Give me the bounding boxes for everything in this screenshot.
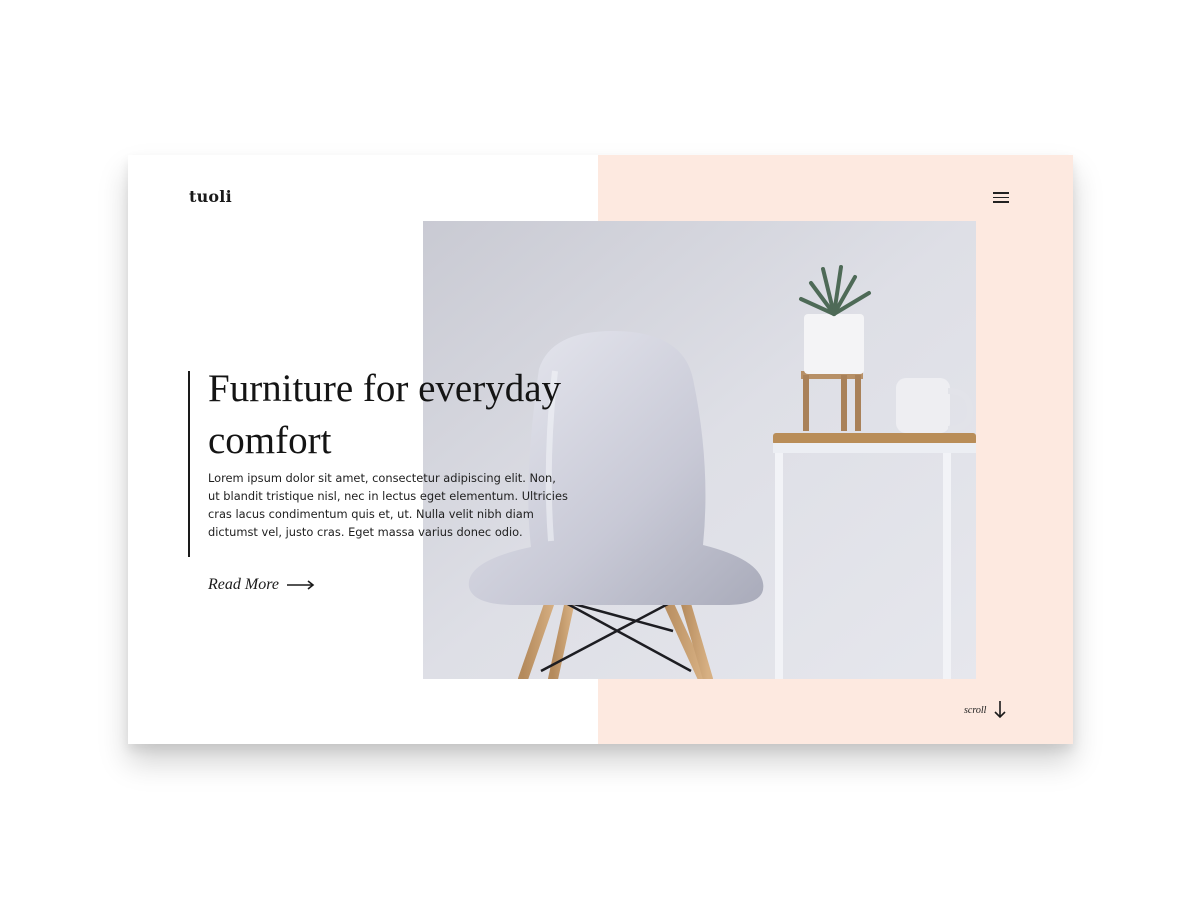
menu-button[interactable]	[993, 192, 1009, 204]
hero-accent-rule	[188, 371, 190, 557]
arrow-right-icon	[286, 580, 315, 590]
arrow-down-icon	[994, 701, 1006, 719]
scroll-label: scroll	[964, 704, 987, 716]
brand-logo[interactable]: tuoli	[189, 187, 232, 206]
hero-title: Furniture for everyday comfort	[208, 367, 562, 462]
hamburger-icon-line	[993, 201, 1009, 203]
hamburger-icon-line	[993, 192, 1009, 194]
read-more-link[interactable]: Read More	[208, 576, 315, 594]
hamburger-icon-line	[993, 196, 1009, 199]
read-more-label: Read More	[208, 576, 279, 593]
hero-body: Lorem ipsum dolor sit amet, consectetur …	[208, 471, 568, 539]
page: tuoli Furniture for everyday comfort Lor…	[0, 0, 1200, 900]
landing-card: tuoli Furniture for everyday comfort Lor…	[128, 155, 1073, 744]
scroll-indicator[interactable]: scroll	[964, 701, 1006, 719]
